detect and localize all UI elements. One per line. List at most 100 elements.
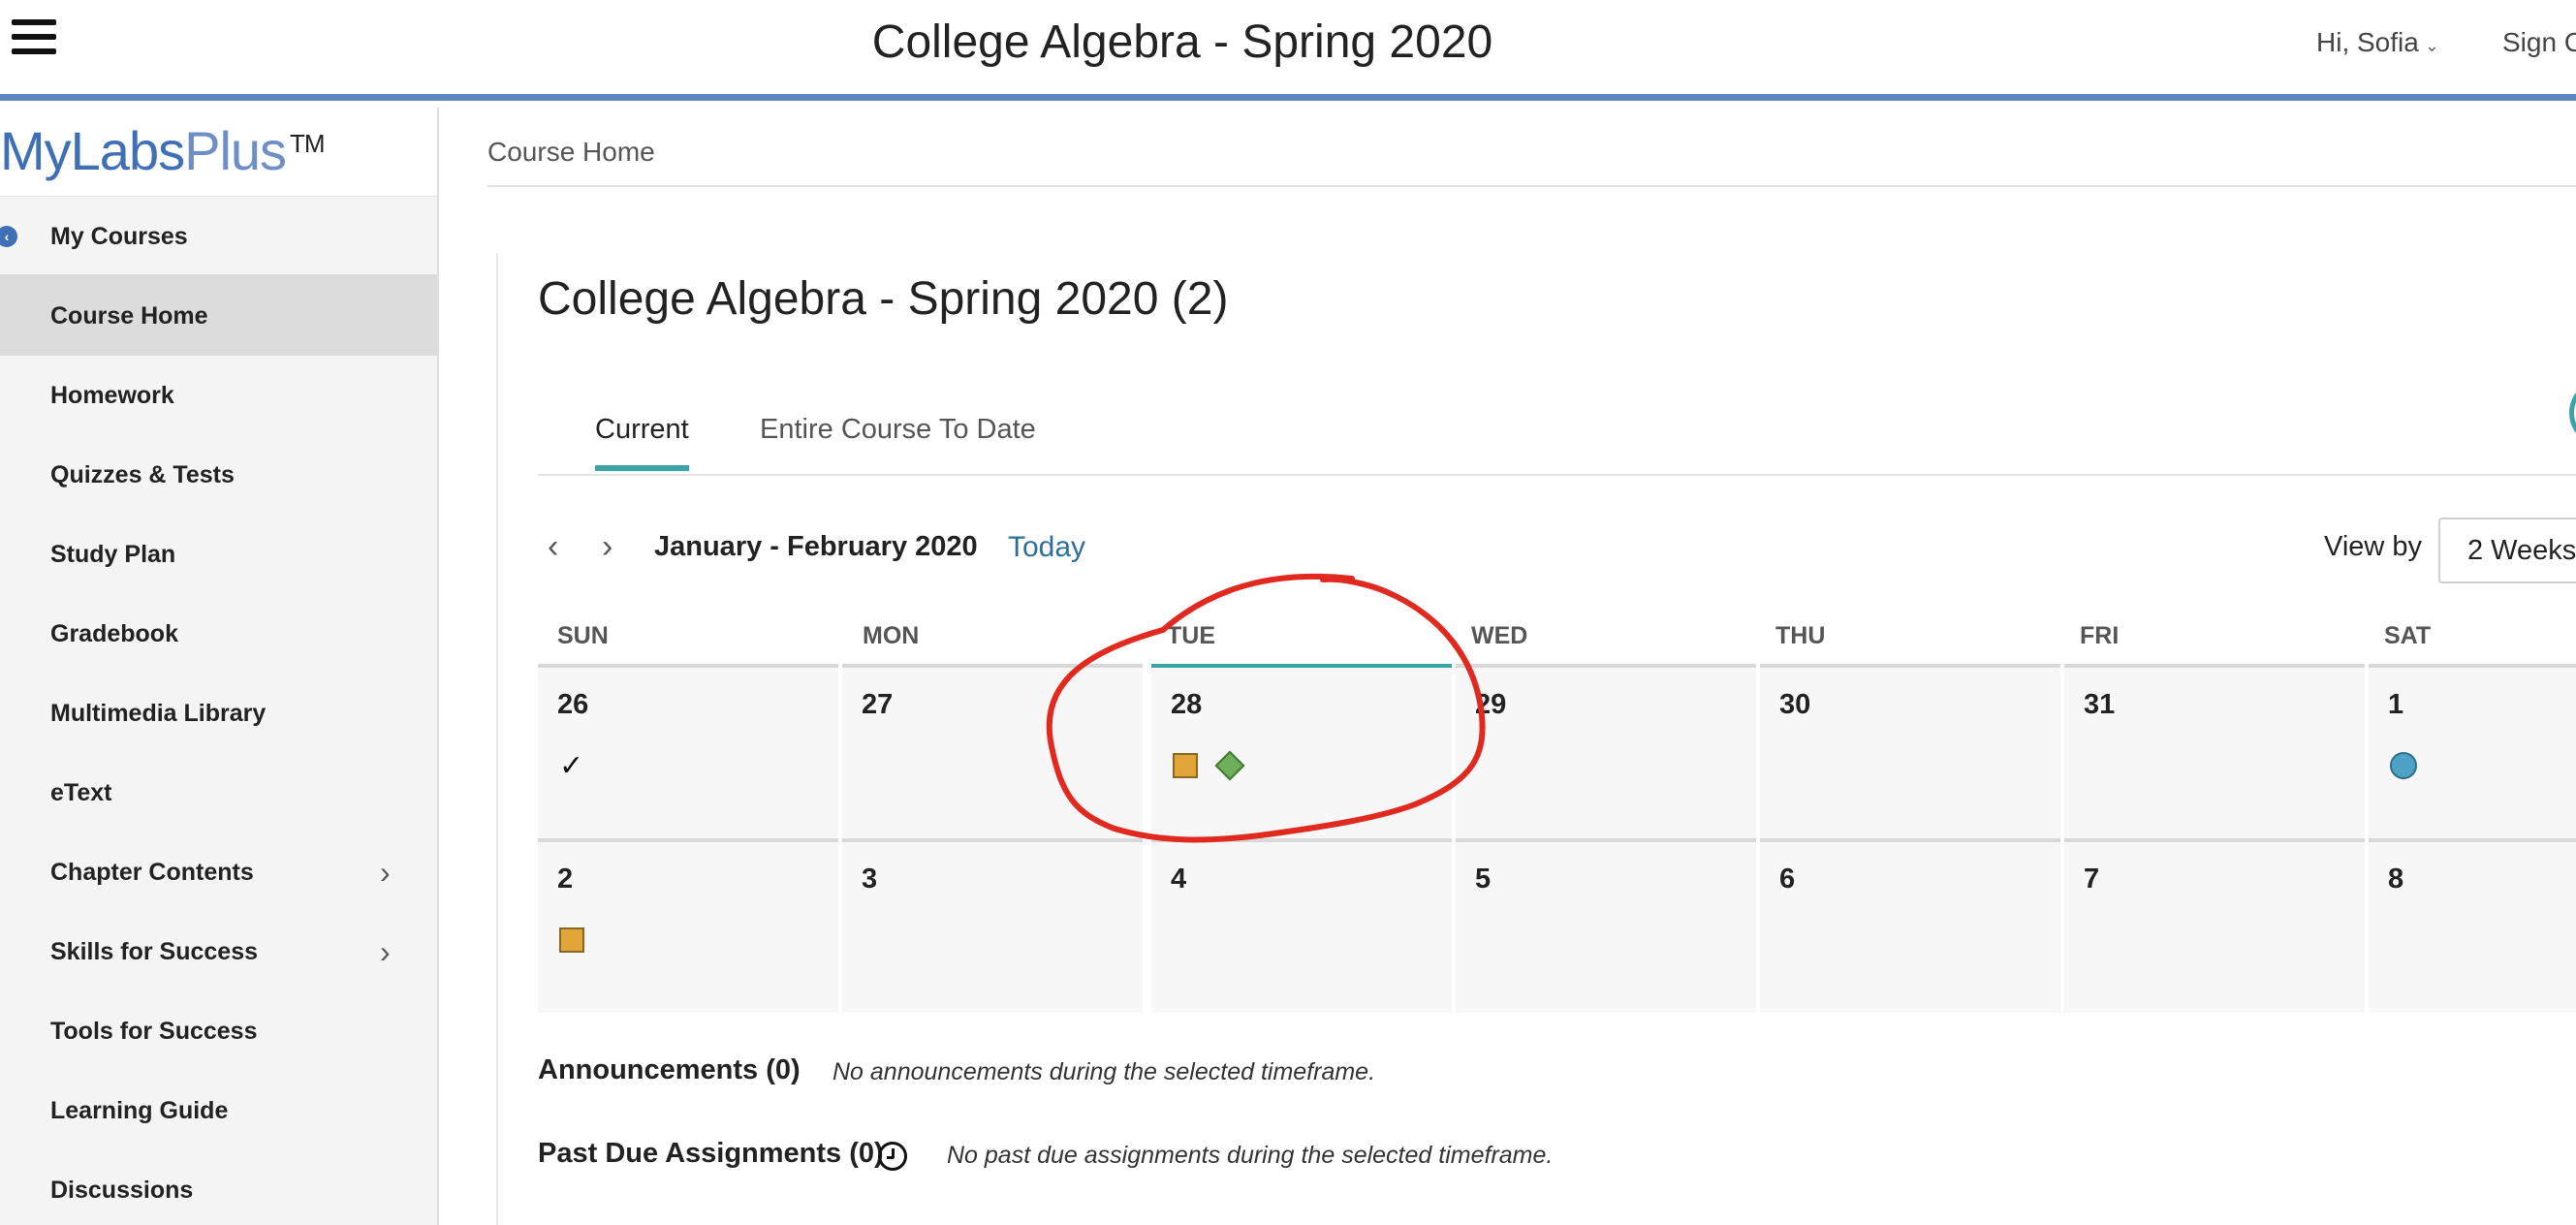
top-header: College Algebra - Spring 2020 Hi, Sofia ⌄… (0, 0, 2576, 101)
calendar-day-cell[interactable]: 26 ✓ (538, 664, 838, 838)
chevron-right-icon: › (380, 855, 391, 890)
announcements-title: Announcements (0) (538, 1054, 801, 1085)
sidebar: MyLabsPlus TM ‹ My Courses Course Home Ho… (0, 108, 439, 1225)
square-icon[interactable] (559, 927, 584, 953)
tab-entire-course-to-date[interactable]: Entire Course To Date (760, 414, 1036, 446)
sidebar-item-label: Skills for Success (50, 938, 259, 965)
day-number: 4 (1171, 864, 1187, 895)
chevron-right-icon[interactable]: › (602, 528, 613, 566)
content-divider (496, 253, 498, 1225)
day-number: 6 (1779, 864, 1796, 895)
sidebar-item-label: Chapter Contents (50, 859, 254, 886)
sidebar-item-gradebook[interactable]: Gradebook (0, 594, 437, 674)
day-number: 31 (2084, 689, 2116, 720)
day-header-wed: WED (1471, 622, 1528, 649)
sidebar-item-etext[interactable]: eText (0, 753, 437, 832)
day-header-mon: MON (863, 622, 920, 649)
calendar-day-cell[interactable]: 8 (2369, 838, 2576, 1013)
chevron-left-icon[interactable]: ‹ (548, 528, 558, 566)
day-number: 5 (1475, 864, 1492, 895)
user-greeting: Hi, Sofia (2316, 27, 2419, 57)
tab-current[interactable]: Current (595, 414, 689, 471)
breadcrumb-divider (487, 185, 2576, 187)
calendar-day-cell[interactable]: 5 (1456, 838, 1756, 1013)
sidebar-item-learning-guide[interactable]: Learning Guide (0, 1071, 437, 1150)
announcements-empty-note: No announcements during the selected tim… (832, 1058, 1376, 1085)
back-arrow-icon: ‹ (0, 226, 17, 247)
sidebar-item-label: Quizzes & Tests (50, 461, 235, 488)
past-due-empty-note: No past due assignments during the selec… (947, 1142, 1554, 1169)
sidebar-item-chapter-contents[interactable]: Chapter Contents › (0, 832, 437, 912)
circle-icon[interactable] (2390, 752, 2417, 779)
logo-trademark: TM (290, 129, 326, 158)
calendar-day-cell[interactable]: 7 (2064, 838, 2365, 1013)
progress-ring-icon[interactable] (2569, 379, 2576, 447)
clock-icon (878, 1142, 907, 1171)
sidebar-item-label: Course Home (50, 302, 208, 330)
main-content: Course Home College Algebra - Spring 202… (441, 108, 2576, 1225)
check-icon: ✓ (559, 749, 584, 782)
calendar-day-cell-today[interactable]: 28 (1151, 664, 1452, 838)
day-header-fri: FRI (2080, 622, 2120, 649)
calendar-day-cell[interactable]: 2 (538, 838, 838, 1013)
day-number: 1 (2388, 689, 2404, 720)
sidebar-item-study-plan[interactable]: Study Plan (0, 515, 437, 594)
mylabsplus-logo: MyLabsPlus TM (0, 108, 437, 197)
diamond-icon[interactable] (1214, 750, 1245, 781)
day-number: 2 (557, 864, 574, 895)
day-header-thu: THU (1775, 622, 1826, 649)
day-number: 8 (2388, 864, 2404, 895)
calendar-day-cell[interactable]: 6 (1760, 838, 2060, 1013)
sidebar-item-course-home[interactable]: Course Home (0, 276, 437, 356)
view-by-label: View by (2324, 531, 2423, 562)
sidebar-item-label: Tools for Success (50, 1018, 258, 1045)
view-by-select[interactable]: 2 Weeks (2438, 518, 2576, 583)
sidebar-item-my-courses[interactable]: ‹ My Courses (0, 197, 437, 276)
sidebar-item-label: Learning Guide (50, 1097, 229, 1124)
calendar-day-cell[interactable]: 31 (2064, 664, 2365, 838)
app-title: College Algebra - Spring 2020 (871, 16, 1493, 68)
sidebar-item-label: My Courses (50, 223, 188, 250)
past-due-title: Past Due Assignments (0) (538, 1138, 884, 1169)
tabs-divider (538, 474, 2576, 476)
square-icon[interactable] (1173, 753, 1198, 778)
sidebar-item-discussions[interactable]: Discussions (0, 1150, 437, 1225)
day-number: 7 (2084, 864, 2100, 895)
breadcrumb: Course Home (487, 137, 655, 167)
day-number: 3 (862, 864, 878, 895)
calendar-day-cell[interactable]: 29 (1456, 664, 1756, 838)
calendar-day-cell[interactable]: 30 (1760, 664, 2060, 838)
sidebar-item-quizzes-tests[interactable]: Quizzes & Tests (0, 435, 437, 515)
today-link[interactable]: Today (1008, 531, 1085, 564)
day-number: 30 (1779, 689, 1811, 720)
calendar-day-cell[interactable]: 3 (842, 838, 1143, 1013)
day-number: 26 (557, 689, 589, 720)
sidebar-item-label: Discussions (50, 1177, 194, 1204)
day-header-sun: SUN (557, 622, 609, 649)
day-header-tue: TUE (1167, 622, 1215, 649)
day-number: 29 (1475, 689, 1507, 720)
day-header-sat: SAT (2384, 622, 2432, 649)
calendar-day-cell[interactable]: 27 (842, 664, 1143, 838)
sign-out-link[interactable]: Sign Out (2502, 27, 2576, 58)
logo-main: MyLabs (0, 120, 185, 181)
day-number: 27 (862, 689, 894, 720)
calendar-day-cell[interactable]: 1 (2369, 664, 2576, 838)
sidebar-item-label: Homework (50, 382, 174, 409)
sidebar-item-tools-for-success[interactable]: Tools for Success (0, 991, 437, 1071)
chevron-right-icon: › (380, 934, 391, 969)
sidebar-item-multimedia-library[interactable]: Multimedia Library (0, 674, 437, 753)
sidebar-item-homework[interactable]: Homework (0, 356, 437, 435)
calendar-range: January - February 2020 (654, 531, 978, 562)
sidebar-item-label: Gradebook (50, 620, 178, 647)
sidebar-item-label: Study Plan (50, 541, 176, 568)
day-number: 28 (1171, 689, 1203, 720)
chevron-down-icon: ⌄ (2424, 36, 2439, 55)
sidebar-item-label: Multimedia Library (50, 700, 267, 727)
calendar-day-cell[interactable]: 4 (1151, 838, 1452, 1013)
page-title: College Algebra - Spring 2020 (2) (538, 273, 1229, 325)
sidebar-item-skills-for-success[interactable]: Skills for Success › (0, 912, 437, 991)
logo-plus: Plus (184, 120, 287, 181)
sidebar-item-label: eText (50, 779, 112, 806)
user-menu[interactable]: Hi, Sofia ⌄ (2316, 27, 2439, 58)
